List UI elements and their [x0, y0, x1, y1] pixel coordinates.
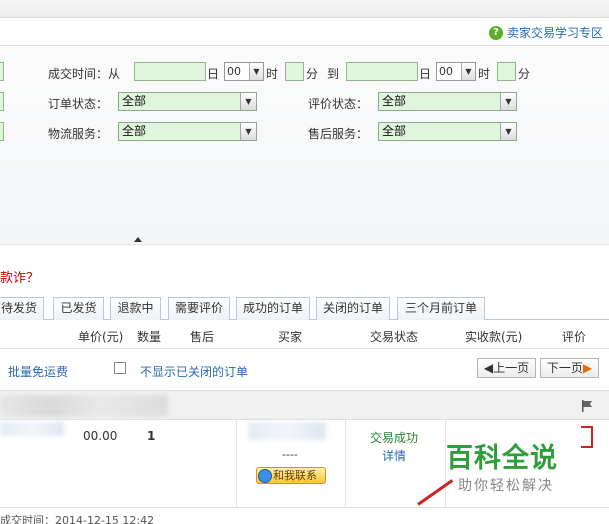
end-date-input[interactable] [346, 62, 418, 81]
batch-free-shipping-link[interactable]: 批量免运费 [8, 363, 68, 380]
chevron-down-icon: ▼ [500, 93, 516, 110]
cut-input-1[interactable] [0, 62, 4, 81]
aftersale-select[interactable]: 全部 ▼ [378, 122, 517, 141]
next-page-button[interactable]: 下一页▶ [540, 358, 599, 378]
end-day-label: 日 [419, 67, 432, 81]
order-toolbar: 批量免运费 不显示已关闭的订单 ◀上一页 下一页▶ [0, 354, 609, 384]
chevron-down-icon: ▼ [249, 63, 263, 80]
trade-status: 交易成功 [370, 431, 419, 445]
cut-input-2[interactable] [0, 92, 4, 111]
start-hour-label: 时 [266, 67, 279, 81]
search-panel: 成交时间： 从 日 00 ▼ 时 分 到 日 00 ▼ 时 分 订单状态： 全部… [0, 47, 609, 245]
order-status-label: 订单状态： [48, 97, 109, 111]
review-status-select[interactable]: 全部 ▼ [378, 92, 517, 111]
top-strip [0, 0, 609, 18]
tab-shipped[interactable]: 已发货 [53, 297, 104, 320]
order-table-header: 单价(元) 数量 售后 买家 交易状态 实收款(元) 评价 [0, 321, 609, 349]
tab-refunding[interactable]: 退款中 [110, 297, 161, 320]
blurred-order-info [0, 395, 168, 417]
help-icon: ? [488, 25, 503, 40]
blurred-buyer-name [248, 422, 326, 440]
end-minute-input[interactable] [497, 62, 516, 81]
start-minute-label: 分 [306, 67, 319, 81]
logistics-label: 物流服务： [48, 127, 109, 141]
order-status-select[interactable]: 全部 ▼ [118, 92, 257, 111]
buyer-dashes: ---- [282, 448, 298, 461]
chevron-down-icon: ▼ [500, 123, 516, 140]
chevron-down-icon: ▼ [240, 93, 256, 110]
col-trade-status: 交易状态 [370, 330, 419, 344]
order-header-bar [0, 390, 609, 420]
aftersale-label: 售后服务： [308, 127, 369, 141]
start-minute-input[interactable] [285, 62, 304, 81]
prev-page-button[interactable]: ◀上一页 [477, 358, 536, 378]
from-label: 从 [108, 67, 121, 81]
order-detail-link[interactable]: 详情 [382, 447, 406, 464]
start-date-input[interactable] [134, 62, 206, 81]
highlight-bracket [581, 426, 593, 448]
flag-icon[interactable] [581, 400, 593, 412]
logistics-select[interactable]: 全部 ▼ [118, 122, 257, 141]
help-bar: ? 卖家交易学习专区 [0, 18, 609, 46]
end-hour-select[interactable]: 00 ▼ [436, 62, 476, 81]
item-quantity: 1 [147, 429, 156, 443]
chevron-left-icon: ◀ [483, 361, 494, 375]
deal-time-footer: 成交时间：2014-12-15 12:42 [0, 514, 155, 524]
end-hour-label: 时 [478, 67, 491, 81]
watermark-subtitle: 助你轻松解决 [458, 478, 554, 494]
hide-closed-label[interactable]: 不显示已关闭的订单 [140, 363, 248, 380]
col-quantity: 数量 [137, 330, 162, 344]
col-amount-received: 实收款(元) [465, 330, 523, 344]
tab-pending-shipment[interactable]: 待发货 [0, 297, 44, 320]
col-review: 评价 [562, 330, 587, 344]
col-aftersale: 售后 [190, 330, 215, 344]
chevron-down-icon: ▼ [240, 123, 256, 140]
blurred-item-title [0, 422, 64, 436]
chevron-right-icon: ▶ [582, 361, 593, 375]
chat-icon [258, 469, 272, 483]
start-hour-select[interactable]: 00 ▼ [224, 62, 264, 81]
fraud-warning-link[interactable]: 款诈？ [0, 267, 39, 286]
collapse-arrow-icon[interactable] [134, 237, 142, 242]
col-buyer: 买家 [278, 330, 303, 344]
seller-learning-link[interactable]: ? 卖家交易学习专区 [488, 24, 603, 41]
tab-need-review[interactable]: 需要评价 [168, 297, 230, 320]
cell-divider [345, 420, 346, 508]
order-tabs: 待发货 已发货 退款中 需要评价 成功的订单 关闭的订单 三个月前订单 [0, 296, 609, 320]
to-label: 到 [327, 67, 340, 81]
hide-closed-checkbox[interactable] [114, 362, 126, 374]
tab-closed-orders[interactable]: 关闭的订单 [316, 297, 390, 320]
cell-divider [236, 420, 237, 508]
deal-time-label: 成交时间： [48, 67, 109, 81]
cut-input-3[interactable] [0, 122, 4, 141]
watermark-title: 百科全说 [446, 443, 558, 474]
seller-learning-label: 卖家交易学习专区 [506, 26, 603, 40]
contact-me-button[interactable]: 和我联系 [256, 467, 326, 484]
review-status-label: 评价状态： [308, 97, 369, 111]
tab-old-orders[interactable]: 三个月前订单 [397, 297, 485, 320]
tab-successful-orders[interactable]: 成功的订单 [236, 297, 310, 320]
chevron-down-icon: ▼ [461, 63, 475, 80]
col-unit-price: 单价(元) [78, 330, 124, 344]
item-price: 00.00 [83, 429, 118, 443]
start-day-label: 日 [207, 67, 220, 81]
end-minute-label: 分 [518, 67, 531, 81]
watermark: 百科全说 助你轻松解决 [446, 436, 576, 496]
